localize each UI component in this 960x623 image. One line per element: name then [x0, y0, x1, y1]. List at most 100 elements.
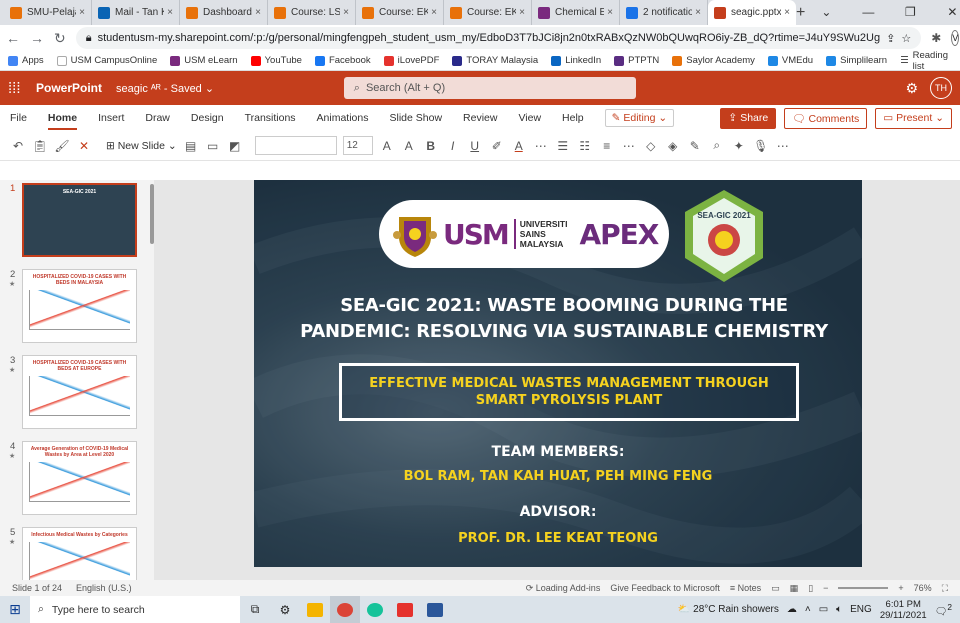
language-indicator[interactable]: English (U.S.) [76, 583, 132, 593]
browser-tab[interactable]: Chemical Engi× [532, 0, 620, 25]
grammarly-icon[interactable] [360, 596, 390, 623]
chevron-down-icon[interactable]: ⌄ [805, 0, 847, 25]
new-tab-button[interactable]: + [796, 0, 805, 25]
zoom-in-icon[interactable]: + [898, 583, 903, 593]
share-icon[interactable]: ⇪ [886, 32, 895, 45]
ribbon-tab-animations[interactable]: Animations [317, 112, 369, 124]
input-language[interactable]: ENG [850, 604, 872, 615]
maximize-button[interactable]: ❐ [889, 0, 931, 25]
close-tab-icon[interactable]: × [431, 7, 437, 18]
numbering-icon[interactable]: ☷ [577, 139, 593, 153]
sorter-view-icon[interactable]: ▦ [790, 583, 799, 594]
browser-tab[interactable]: Dashboard × [180, 0, 268, 25]
ribbon-tab-view[interactable]: View [518, 112, 541, 124]
close-tab-icon[interactable]: × [167, 7, 173, 18]
weather-widget[interactable]: ⛅ 28°C Rain showers [678, 604, 779, 615]
shapes-icon[interactable]: ◇ [643, 139, 659, 153]
bookmark-item[interactable]: USM eLearn [170, 55, 238, 66]
reload-icon[interactable]: ↻ [54, 30, 66, 47]
windows-start-icon[interactable]: ⊞ [0, 601, 30, 618]
shape-outline-icon[interactable]: ✎ [687, 139, 703, 153]
bold-icon[interactable]: B [423, 139, 439, 153]
bookmark-item[interactable]: PTPTN [614, 55, 659, 66]
italic-icon[interactable]: I [445, 139, 461, 153]
slide-thumbnail[interactable]: Average Generation of COVID-19 Medical W… [22, 441, 137, 515]
gear-icon[interactable]: ⚙ [905, 80, 918, 97]
increase-font-icon[interactable]: A [379, 139, 395, 153]
layout-icon[interactable]: ▤ [183, 139, 199, 153]
align-icon[interactable]: ≡ [599, 139, 615, 153]
ribbon-tab-review[interactable]: Review [463, 112, 497, 124]
taskbar-search[interactable]: ⌕ Type here to search [30, 596, 240, 623]
bookmark-item[interactable]: Simplilearn [826, 55, 887, 66]
close-window-button[interactable]: ✕ [931, 0, 960, 25]
zoom-slider[interactable] [838, 587, 889, 589]
back-icon[interactable]: ← [6, 30, 20, 46]
designer-icon[interactable]: ✦ [731, 139, 747, 153]
bookmark-item[interactable]: YouTube [250, 55, 302, 66]
close-tab-icon[interactable]: × [607, 7, 613, 18]
new-slide-button[interactable]: ⊞ New Slide ⌄ [106, 140, 177, 152]
highlight-icon[interactable]: ✐ [489, 139, 505, 153]
notes-button[interactable]: ≡ Notes [730, 583, 761, 593]
ribbon-tab-transitions[interactable]: Transitions [245, 112, 296, 124]
settings-icon[interactable]: ⚙ [270, 596, 300, 623]
star-icon[interactable]: ☆ [901, 32, 911, 45]
cut-icon[interactable]: ✕ [76, 139, 92, 153]
undo-icon[interactable]: ↶ [10, 139, 26, 153]
bookmark-item[interactable]: VMEdu [767, 55, 813, 66]
font-size-select[interactable]: 12 [342, 136, 373, 155]
browser-tab[interactable]: SMU-Pelajar× [4, 0, 92, 25]
fit-slide-icon[interactable]: ⛶ [942, 583, 948, 594]
tray-chevron-icon[interactable]: ˄ [805, 604, 811, 615]
decrease-font-icon[interactable]: A [401, 139, 417, 153]
format-background-icon[interactable]: ◩ [227, 139, 243, 153]
font-family-select[interactable] [254, 136, 337, 155]
slide-thumbnail[interactable]: SEA-GIC 2021 [22, 183, 137, 257]
reading-view-icon[interactable]: ▯ [808, 583, 813, 594]
zoom-out-icon[interactable]: − [823, 583, 828, 593]
dictate-icon[interactable]: 🎙︎ [753, 139, 769, 153]
close-tab-icon[interactable]: × [695, 7, 701, 18]
present-button[interactable]: ▭ Present ⌄ [875, 107, 952, 129]
document-name[interactable]: seagic ᴬᴿ - Saved ⌄ [116, 82, 214, 95]
volume-icon[interactable]: 🔈︎ [836, 604, 842, 615]
acrobat-icon[interactable] [390, 596, 420, 623]
forward-icon[interactable]: → [30, 30, 44, 46]
app-name[interactable]: PowerPoint [36, 81, 102, 95]
more-options-icon[interactable]: ⋯ [775, 139, 791, 153]
font-color-icon[interactable]: A [511, 139, 527, 153]
notification-icon[interactable]: 🗨︎2 [935, 602, 952, 617]
user-avatar[interactable]: TH [930, 77, 952, 99]
close-tab-icon[interactable]: × [784, 7, 790, 18]
url-field[interactable]: 🔒︎ studentusm-my.sharepoint.com/:p:/g/pe… [75, 27, 922, 49]
profile-avatar[interactable]: V [951, 30, 960, 46]
paste-icon[interactable]: 📋︎ [32, 139, 48, 153]
slide-canvas[interactable]: USM UNIVERSITI SAINS MALAYSIA APEX SEA-G… [254, 180, 862, 567]
bookmark-item[interactable]: TORAY Malaysia [452, 55, 538, 66]
ribbon-tab-home[interactable]: Home [47, 112, 78, 130]
underline-icon[interactable]: U [467, 139, 483, 153]
search-box[interactable]: ⌕ Search (Alt + Q) [343, 77, 636, 99]
file-explorer-icon[interactable] [300, 596, 330, 623]
bookmark-item[interactable]: Facebook [314, 55, 371, 66]
reading-list-button[interactable]: ☰ Reading list [900, 50, 952, 72]
bookmark-item[interactable]: LinkedIn [551, 55, 601, 66]
network-icon[interactable]: ▭ [819, 604, 828, 615]
browser-tab[interactable]: Mail - Tan Ka× [92, 0, 180, 25]
bookmark-item[interactable]: Apps [8, 55, 44, 66]
browser-tab[interactable]: Course: EKC35× [444, 0, 532, 25]
ribbon-tab-design[interactable]: Design [191, 112, 224, 124]
comments-button[interactable]: 🗨︎ Comments [784, 107, 868, 129]
thumbnail-scrollbar[interactable] [150, 184, 154, 244]
close-tab-icon[interactable]: × [519, 7, 525, 18]
browser-tab[interactable]: Course: EKC36× [356, 0, 444, 25]
browser-tab[interactable]: 2 notifications× [620, 0, 708, 25]
task-view-icon[interactable]: ⧉ [240, 596, 270, 623]
bookmark-item[interactable]: Saylor Academy [672, 55, 755, 66]
browser-tab[interactable]: Course: LSP40× [268, 0, 356, 25]
shape-fill-icon[interactable]: ◈ [665, 139, 681, 153]
app-launcher-icon[interactable]: ⁞⁞⁞ [8, 80, 28, 97]
word-icon[interactable] [420, 596, 450, 623]
bookmark-item[interactable]: USM CampusOnline [56, 55, 157, 66]
